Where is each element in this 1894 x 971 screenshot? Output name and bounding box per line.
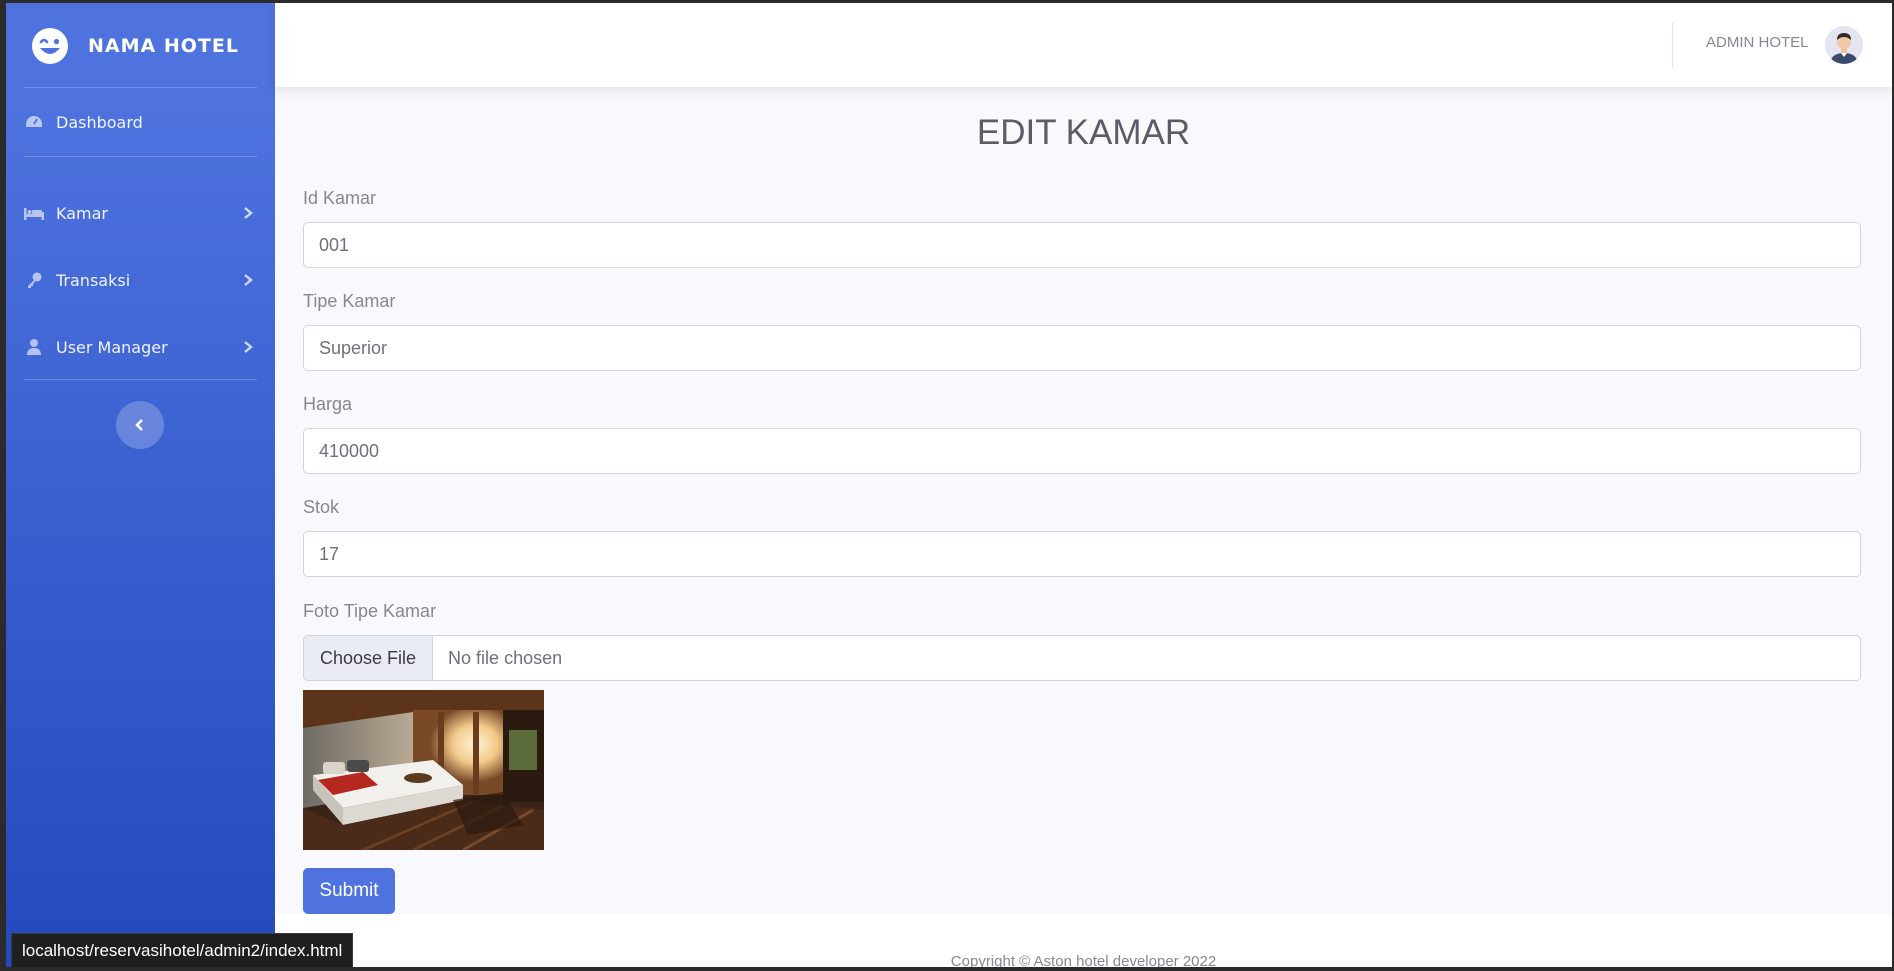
tipe-kamar-input[interactable] [303, 325, 1861, 371]
sidebar-toggle-button[interactable] [116, 401, 164, 449]
foto-tipe-kamar-label: Foto Tipe Kamar [303, 601, 437, 621]
id-kamar-input[interactable] [303, 222, 1861, 268]
app-window: NAMA HOTEL Dashboard Kamar Transaksi Use… [6, 3, 1892, 967]
stok-input[interactable] [303, 531, 1861, 577]
chevron-right-icon [244, 274, 253, 286]
sidebar-item-kamar[interactable]: Kamar [6, 193, 275, 233]
sidebar-item-transaksi[interactable]: Transaksi [6, 260, 275, 300]
file-input[interactable]: Choose File No file chosen [303, 635, 1861, 681]
avatar[interactable] [1825, 26, 1863, 64]
sidebar-divider [24, 156, 257, 157]
page-title: EDIT KAMAR [976, 113, 1191, 152]
sidebar-item-user-manager[interactable]: User Manager [6, 327, 275, 367]
sidebar-item-label: Kamar [56, 203, 108, 223]
topbar-divider [1672, 22, 1673, 68]
footer: Copyright © Aston hotel developer 2022 [275, 914, 1892, 967]
sidebar-item-label: User Manager [56, 337, 168, 357]
stok-label: Stok [303, 497, 340, 517]
id-kamar-label: Id Kamar [303, 188, 377, 208]
topbar: ADMIN HOTEL [275, 3, 1892, 87]
sidebar: NAMA HOTEL Dashboard Kamar Transaksi Use… [6, 3, 275, 967]
tipe-kamar-label: Tipe Kamar [303, 291, 396, 311]
sidebar-brand[interactable]: NAMA HOTEL [6, 3, 275, 88]
choose-file-button[interactable]: Choose File [304, 636, 434, 680]
brand-name: NAMA HOTEL [88, 34, 239, 57]
submit-button[interactable]: Submit [303, 868, 395, 914]
sidebar-item-label: Dashboard [56, 112, 143, 132]
bed-icon [24, 204, 44, 222]
footer-copyright: Copyright © Aston hotel developer 2022 [950, 953, 1217, 967]
file-status: No file chosen [448, 647, 563, 668]
sidebar-divider [24, 379, 257, 380]
user-icon [24, 338, 44, 356]
sidebar-item-label: Transaksi [56, 270, 131, 290]
harga-label: Harga [303, 394, 353, 414]
laugh-wink-icon [32, 27, 68, 64]
chevron-right-icon [244, 207, 253, 219]
status-bar-url: localhost/reservasihotel/admin2/index.ht… [11, 933, 354, 967]
room-photo [303, 690, 544, 850]
user-name[interactable]: ADMIN HOTEL [1706, 34, 1809, 51]
sidebar-item-dashboard[interactable]: Dashboard [6, 102, 275, 142]
harga-input[interactable] [303, 428, 1861, 474]
chevron-left-icon [135, 419, 143, 431]
sidebar-divider [24, 87, 257, 88]
chevron-right-icon [244, 341, 253, 353]
key-icon [24, 271, 44, 289]
tachometer-icon [24, 113, 44, 131]
